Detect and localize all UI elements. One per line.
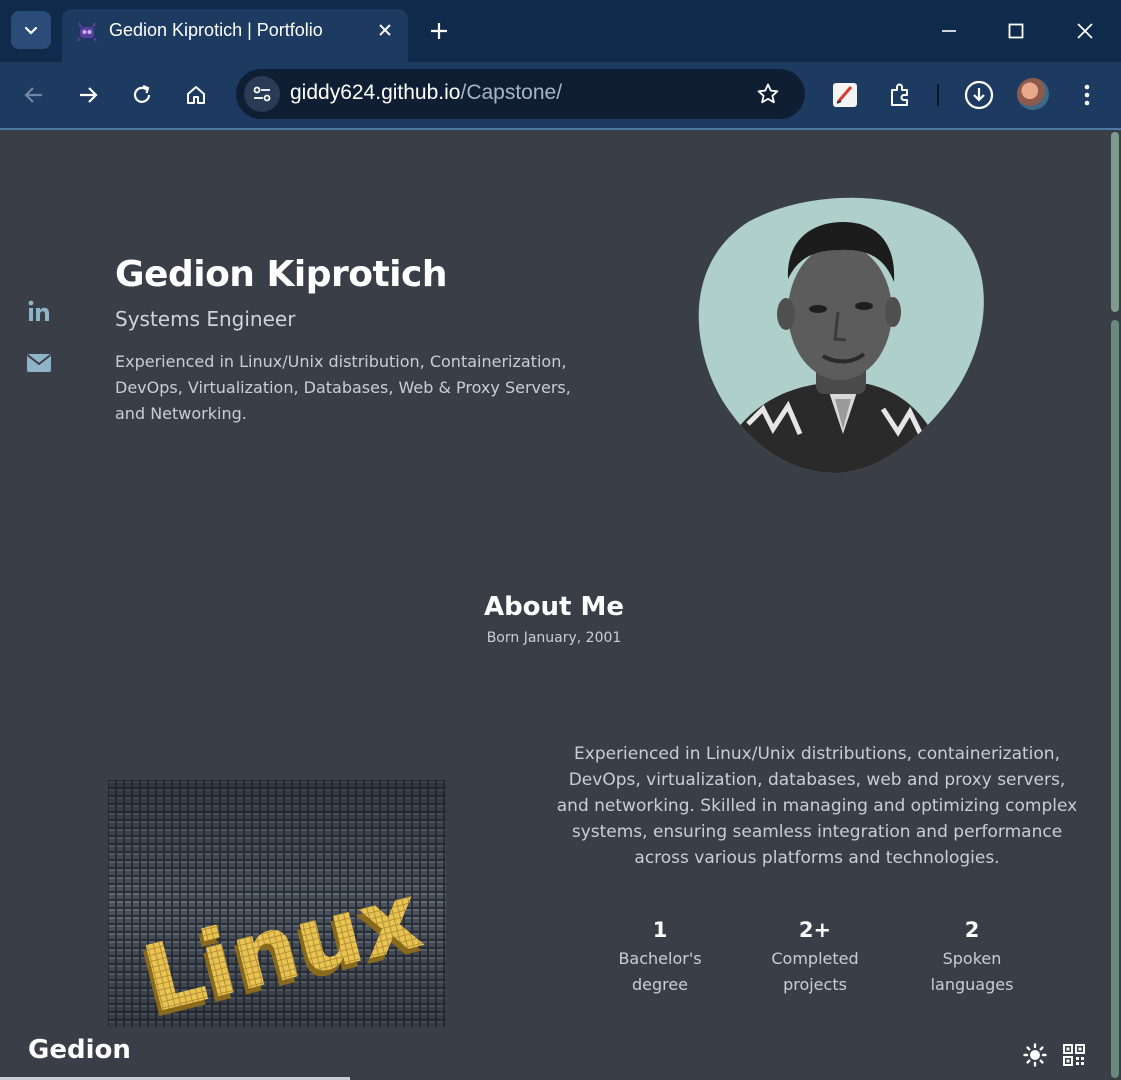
about-subtitle: Born January, 2001 xyxy=(486,630,622,646)
window-close-icon xyxy=(1077,23,1093,39)
tab-close-button[interactable] xyxy=(374,19,396,41)
reload-icon xyxy=(133,84,151,103)
tab-strip: Gedion Kiprotich | Portfolio xyxy=(0,0,1121,62)
pdf-editor-extension-button[interactable] xyxy=(827,77,863,113)
stat-number: 1 xyxy=(652,918,668,942)
address-bar[interactable]: giddy624.github.io/Capstone/ xyxy=(236,69,805,119)
theme-toggle-sun-icon xyxy=(1023,1043,1047,1067)
stat-label: degree xyxy=(631,975,689,994)
url-host: giddy624.github.io xyxy=(290,81,461,104)
forward-icon xyxy=(80,87,98,103)
stat-label: languages xyxy=(930,975,1014,994)
site-info-icon xyxy=(253,86,271,102)
window-close-button[interactable] xyxy=(1065,12,1105,50)
bookmark-button[interactable] xyxy=(754,80,782,108)
maximize-icon xyxy=(1008,23,1024,39)
tab-search-button[interactable] xyxy=(11,11,51,49)
pdf-editor-extension-icon xyxy=(833,83,857,107)
stat-label: projects xyxy=(783,975,847,994)
toolbar-divider xyxy=(937,84,939,106)
site-info-button[interactable] xyxy=(244,76,280,112)
new-tab-button[interactable] xyxy=(424,16,454,46)
theme-toggle-button[interactable] xyxy=(1022,1042,1048,1068)
maximize-button[interactable] xyxy=(996,12,1036,50)
email-icon xyxy=(26,354,52,372)
extensions-button[interactable] xyxy=(882,77,918,113)
stat-number: 2 xyxy=(964,918,980,942)
linux-image: Linux Linux xyxy=(108,780,446,1027)
about-description: Experienced in Linux/Unix distributions,… xyxy=(556,744,1078,868)
downloads-button[interactable] xyxy=(961,77,997,113)
minimize-button[interactable] xyxy=(929,12,969,50)
chevron-down-icon xyxy=(24,26,38,35)
forward-button[interactable] xyxy=(70,77,106,113)
stat-label: Completed xyxy=(771,949,859,968)
extensions-icon xyxy=(891,83,908,106)
stat-label: Bachelor's xyxy=(618,949,702,968)
linkedin-icon xyxy=(28,300,49,321)
hero-description: Experienced in Linux/Unix distribution, … xyxy=(115,352,571,423)
url-text: giddy624.github.io/Capstone/ xyxy=(290,81,562,105)
stat-languages: 2 Spoken languages xyxy=(902,918,1042,998)
about-title: About Me xyxy=(483,592,625,622)
home-button[interactable] xyxy=(178,77,214,113)
scrollbar-track xyxy=(1111,320,1119,1078)
vertical-scrollbar[interactable] xyxy=(1108,130,1121,1080)
tab-title: Gedion Kiprotich | Portfolio xyxy=(109,20,323,40)
browser-toolbar: giddy624.github.io/Capstone/ xyxy=(0,62,1121,128)
star-icon xyxy=(757,83,779,104)
scrollbar-thumb[interactable] xyxy=(1111,132,1119,312)
qr-code-button[interactable] xyxy=(1061,1042,1087,1068)
qr-code-icon xyxy=(1063,1044,1085,1066)
profile-photo xyxy=(698,197,984,474)
stat-degree: 1 Bachelor's degree xyxy=(590,918,730,998)
more-icon xyxy=(1084,84,1090,106)
stat-projects: 2+ Completed projects xyxy=(745,918,885,998)
reload-button[interactable] xyxy=(124,77,160,113)
linkedin-link[interactable] xyxy=(26,298,52,324)
close-icon xyxy=(379,24,391,36)
more-menu-button[interactable] xyxy=(1069,77,1105,113)
footer-brand-link[interactable]: Gedion xyxy=(28,1035,131,1065)
back-button[interactable] xyxy=(16,77,52,113)
minimize-icon xyxy=(942,30,956,32)
url-path: /Capstone/ xyxy=(460,81,563,104)
hero-name: Gedion Kiprotich xyxy=(115,254,447,295)
download-icon xyxy=(964,80,994,110)
page-content: Gedion Kiprotich Systems Engineer Experi… xyxy=(0,130,1108,1080)
stat-label: Spoken xyxy=(942,949,1002,968)
favicon-icon xyxy=(77,22,97,42)
hero-role: Systems Engineer xyxy=(115,307,296,331)
active-tab[interactable]: Gedion Kiprotich | Portfolio xyxy=(62,9,408,62)
back-icon xyxy=(24,87,42,103)
stat-number: 2+ xyxy=(798,918,832,942)
profile-avatar[interactable] xyxy=(1017,78,1049,110)
plus-icon xyxy=(431,23,447,39)
email-link[interactable] xyxy=(26,350,52,376)
home-icon xyxy=(187,86,205,104)
